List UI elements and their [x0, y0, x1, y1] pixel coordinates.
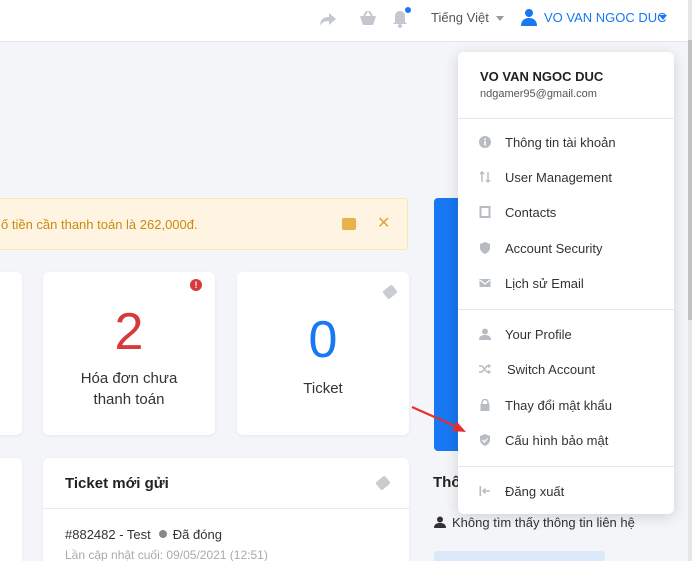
menu-item-change-password[interactable]: Thay đổi mật khẩu: [458, 391, 674, 421]
chevron-down-icon[interactable]: [496, 16, 504, 21]
menu-item-label: Thay đổi mật khẩu: [505, 398, 612, 413]
divider: [458, 466, 674, 467]
tickets-count: 0: [308, 311, 338, 369]
alert-text: ố tiền cần thanh toán là 262,000đ.: [1, 217, 198, 232]
contact-title: Thô: [433, 474, 461, 491]
alert-icon: !: [190, 279, 202, 291]
logout-icon: [479, 486, 490, 496]
menu-item-label: User Management: [505, 170, 612, 185]
unpaid-invoices-label-1: Hóa đơn chưa: [80, 370, 178, 387]
divider: [458, 118, 674, 119]
contacts-icon: [479, 206, 491, 218]
wallet-icon[interactable]: [342, 218, 356, 230]
recent-tickets-title: Ticket mới gửi: [65, 475, 169, 492]
sort-icon: [479, 171, 491, 183]
user-icon: [479, 328, 491, 340]
menu-item-contacts[interactable]: Contacts: [458, 198, 674, 228]
menu-item-email-history[interactable]: Lịch sử Email: [458, 269, 674, 299]
menu-item-label: Thông tin tài khoản: [505, 135, 616, 150]
unpaid-invoices-label-2: thanh toán: [93, 391, 165, 408]
menu-item-switch-account[interactable]: Switch Account: [458, 355, 674, 385]
shield-icon: [480, 242, 490, 254]
shield-check-icon: [480, 434, 490, 446]
language-selector[interactable]: Tiếng Việt: [431, 10, 489, 25]
unpaid-invoices-card[interactable]: ! 2 Hóa đơn chưa thanh toán: [43, 272, 215, 435]
chevron-down-icon[interactable]: [659, 15, 667, 20]
tickets-label: Ticket: [303, 380, 343, 397]
menu-item-account-security[interactable]: Account Security: [458, 234, 674, 264]
user-icon[interactable]: [520, 8, 538, 26]
menu-item-user-management[interactable]: User Management: [458, 163, 674, 193]
contact-empty: Không tìm thấy thông tin liên hệ: [434, 515, 635, 530]
status-dot: [158, 530, 167, 538]
menu-item-label: Cấu hình bảo mật: [505, 433, 609, 448]
payment-alert: ố tiền cần thanh toán là 262,000đ. ✕: [0, 198, 408, 250]
menu-item-account-info[interactable]: Thông tin tài khoản: [458, 128, 674, 158]
mail-icon: [479, 279, 491, 287]
menu-item-label: Đăng xuất: [505, 484, 565, 499]
menu-item-label: Contacts: [505, 205, 557, 220]
scrollbar-thumb[interactable]: [688, 40, 692, 320]
dropdown-user-name: VO VAN NGOC DUC: [480, 69, 604, 84]
top-navbar: Tiếng Việt VO VAN NGOC DUC: [0, 0, 688, 42]
user-icon: [434, 516, 446, 528]
notification-dot: [405, 7, 411, 13]
card-partial: [0, 458, 22, 561]
ticket-updated: Lần cập nhật cuối: 09/05/2021 (12:51): [65, 548, 268, 561]
divider: [458, 309, 674, 310]
menu-item-your-profile[interactable]: Your Profile: [458, 320, 674, 350]
divider: [43, 508, 409, 509]
shuffle-icon: [479, 364, 491, 374]
tickets-card[interactable]: 0 Ticket: [237, 272, 409, 435]
tag-icon: [382, 284, 398, 300]
dropdown-user-email: ndgamer95@gmail.com: [480, 88, 597, 100]
add-contact-button[interactable]: [434, 551, 605, 561]
menu-item-label: Account Security: [505, 241, 603, 256]
user-menu-toggle[interactable]: VO VAN NGOC DUC: [544, 10, 667, 25]
menu-item-logout[interactable]: Đăng xuất: [458, 477, 674, 507]
unpaid-invoices-count: 2: [114, 303, 144, 361]
menu-item-label: Your Profile: [505, 327, 572, 342]
user-dropdown-menu: VO VAN NGOC DUC ndgamer95@gmail.com Thôn…: [458, 52, 674, 514]
share-icon[interactable]: [318, 9, 338, 29]
ticket-row[interactable]: #882482 - Test Đã đóng: [65, 527, 222, 542]
lock-icon: [480, 399, 490, 411]
close-icon[interactable]: ✕: [377, 213, 390, 233]
scrollbar[interactable]: [688, 0, 692, 561]
info-icon: [479, 136, 491, 148]
ticket-status: Đã đóng: [172, 527, 222, 542]
menu-item-label: Switch Account: [507, 362, 596, 377]
menu-item-label: Lịch sử Email: [505, 276, 584, 291]
contact-empty-text: Không tìm thấy thông tin liên hệ: [452, 515, 635, 530]
recent-tickets-card: Ticket mới gửi #882482 - Test Đã đóng Lần…: [43, 458, 409, 561]
basket-icon[interactable]: [358, 9, 378, 29]
stat-card-partial: [0, 272, 22, 435]
ticket-id[interactable]: #882482 - Test: [65, 527, 151, 542]
tag-icon: [375, 475, 391, 491]
menu-item-security-config[interactable]: Cấu hình bảo mật: [458, 426, 674, 456]
